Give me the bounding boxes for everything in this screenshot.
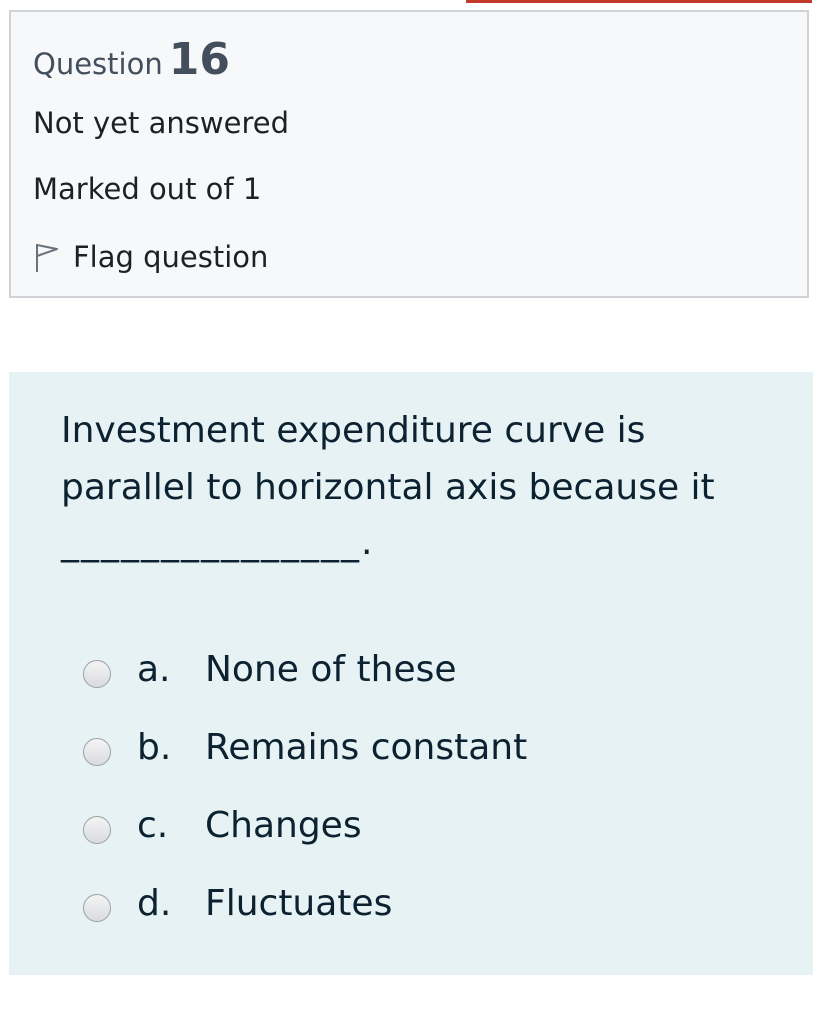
answer-text: Changes [205,804,362,846]
answer-letter: a. [137,648,171,690]
answer-option-d[interactable]: d. Fluctuates [83,864,527,942]
answer-text: None of these [205,648,457,690]
answer-letter: d. [137,882,172,924]
answer-text: Remains constant [205,726,528,768]
radio-button[interactable] [83,660,111,688]
answer-option-c[interactable]: c. Changes [83,786,527,864]
question-state: Not yet answered [33,106,289,140]
question-label: Question [33,47,163,81]
flag-question-link[interactable]: Flag question [33,240,268,274]
question-number-heading: Question 16 [33,34,230,85]
question-blank: _______________. [61,522,375,563]
radio-button[interactable] [83,894,111,922]
question-info-panel: Question 16 Not yet answered Marked out o… [9,10,809,298]
radio-button[interactable] [83,816,111,844]
flag-outline-icon [36,244,58,272]
question-content-panel: Investment expenditure curve is parallel… [9,372,813,975]
answer-text: Fluctuates [205,882,393,924]
question-text: Investment expenditure curve is parallel… [61,410,715,508]
answer-letter: b. [137,726,172,768]
answer-option-a[interactable]: a. None of these [83,630,527,708]
question-number: 16 [168,34,230,85]
question-grade: Marked out of 1 [33,172,262,206]
answer-letter: c. [137,804,169,846]
answer-option-b[interactable]: b. Remains constant [83,708,527,786]
top-accent-bar [466,0,812,3]
answer-options: a. None of these b. Remains constant c. … [83,630,527,942]
radio-button[interactable] [83,738,111,766]
flag-question-label: Flag question [73,240,269,274]
